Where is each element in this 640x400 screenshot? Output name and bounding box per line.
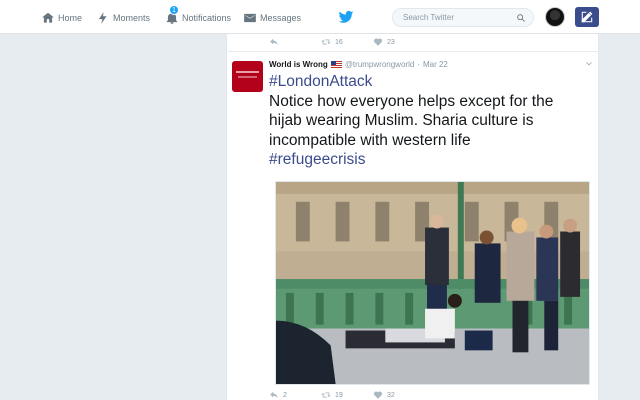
home-icon [42, 12, 54, 23]
moments-icon [98, 12, 107, 24]
nav-notifications[interactable]: 1 Notifications [165, 5, 232, 28]
tweet-text: #LondonAttack Notice how everyone helps … [269, 72, 594, 170]
messages-icon [244, 13, 256, 23]
retweet-icon [321, 392, 331, 398]
compose-tweet-button[interactable] [575, 7, 599, 27]
tweet-author-avatar[interactable] [232, 61, 263, 92]
retweet-count: 16 [335, 38, 343, 46]
retweet-button[interactable]: 16 [321, 37, 343, 47]
like-icon [373, 38, 383, 46]
reply-button[interactable]: 2 [269, 390, 287, 400]
compose-icon [581, 11, 593, 23]
previous-tweet-actions: 16 23 [227, 34, 598, 52]
tweet-author-name[interactable]: World is Wrong [269, 60, 328, 69]
like-button[interactable]: 32 [373, 390, 395, 400]
notifications-badge: 1 [169, 5, 179, 15]
timeline-column: 16 23 World is Wrong @trumpwrongworld · … [226, 34, 599, 400]
twitter-bird-icon[interactable] [338, 9, 354, 25]
nav-notifications-label: Notifications [182, 13, 232, 23]
reply-count: 2 [283, 391, 287, 399]
tweet-photo[interactable] [275, 181, 590, 385]
search-icon[interactable] [516, 13, 526, 23]
tweet-author-handle[interactable]: @trumpwrongworld [345, 60, 414, 69]
separator-dot: · [417, 60, 420, 69]
tweet-text-line-1: Notice how everyone helps except for the [269, 92, 554, 110]
like-button[interactable]: 23 [373, 37, 395, 47]
us-flag-icon [330, 61, 342, 68]
search-box [392, 8, 534, 27]
hashtag-refugeecrisis[interactable]: #refugeecrisis [269, 150, 594, 170]
tweet-actions: 2 19 32 [227, 388, 598, 400]
retweet-count: 19 [335, 391, 343, 399]
tweet-text-line-2: hijab wearing Muslim. Sharia culture is [269, 112, 534, 129]
like-icon [373, 391, 383, 399]
nav-moments[interactable]: Moments [96, 8, 150, 28]
tweet-header: World is Wrong @trumpwrongworld · Mar 22 [269, 60, 448, 69]
nav-messages[interactable]: Messages [243, 8, 301, 28]
user-avatar[interactable] [545, 7, 565, 27]
reply-icon [270, 391, 278, 398]
top-navigation-bar: Home Moments 1 Notifications Messages [0, 0, 640, 34]
caret-down-icon[interactable] [585, 60, 593, 68]
tweet-date[interactable]: Mar 22 [423, 60, 448, 69]
nav-home-label: Home [58, 13, 83, 23]
like-count: 23 [387, 38, 395, 46]
nav-moments-label: Moments [113, 13, 151, 23]
retweet-icon [321, 39, 331, 45]
like-count: 32 [387, 391, 395, 399]
nav-messages-label: Messages [260, 13, 302, 23]
hashtag-londonattack[interactable]: #LondonAttack [269, 72, 594, 92]
search-input[interactable] [403, 11, 508, 24]
reply-icon [270, 38, 278, 45]
tweet-text-line-3: incompatible with western life [269, 131, 471, 149]
retweet-button[interactable]: 19 [321, 390, 343, 400]
nav-home[interactable]: Home [41, 8, 82, 28]
reply-button[interactable] [269, 37, 283, 47]
